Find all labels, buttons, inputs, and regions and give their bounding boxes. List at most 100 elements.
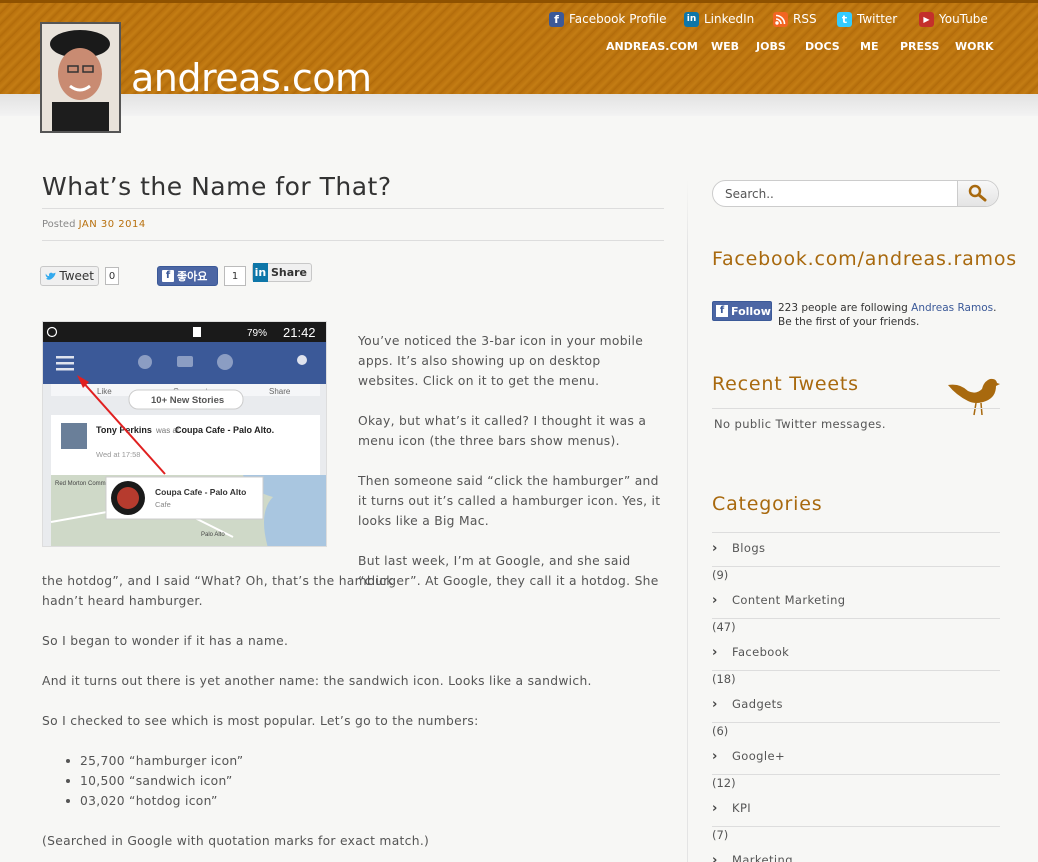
paragraph: And it turns out there is yet another na…	[42, 674, 592, 688]
category-name: KPI	[732, 801, 752, 815]
list-item: 10,500 “sandwich icon”	[65, 771, 243, 791]
phone-time-stamp: Wed at 17:58	[96, 450, 140, 459]
category-count: (9)	[712, 568, 729, 582]
post-title[interactable]: What’s the Name for That?	[42, 172, 392, 201]
category-link[interactable]: › Facebook	[712, 644, 1000, 660]
category-link[interactable]: › Marketing	[712, 852, 1000, 862]
category-count: (47)	[712, 620, 736, 634]
category-divider	[712, 826, 1000, 827]
social-label: LinkedIn	[704, 12, 755, 26]
nav-press[interactable]: PRESS	[900, 40, 939, 53]
category-divider	[712, 774, 1000, 775]
tweet-count: 0	[105, 267, 119, 285]
tweets-heading: Recent Tweets	[712, 373, 859, 395]
search-input[interactable]	[713, 181, 957, 206]
social-label: RSS	[793, 12, 817, 26]
category-link[interactable]: › Blogs	[712, 540, 1000, 556]
paragraph: You’ve noticed the 3-bar icon in your mo…	[358, 334, 644, 388]
category-divider	[712, 566, 1000, 567]
category-name: Google+	[732, 749, 785, 763]
tweets-divider	[712, 408, 1000, 409]
tweet-button[interactable]: Tweet	[40, 266, 99, 286]
linkedin-share-button[interactable]: in Share	[252, 263, 312, 282]
category-count: (6)	[712, 724, 729, 738]
site-title[interactable]: andreas.com	[131, 56, 372, 100]
paragraph: Then someone said “click the hamburger” …	[358, 474, 661, 528]
fb-text-part: 223 people are following	[778, 302, 912, 314]
category-name: Gadgets	[732, 697, 783, 711]
phone-place: Coupa Cafe - Palo Alto.	[175, 425, 274, 435]
category-count: (12)	[712, 776, 736, 790]
post-meta: Posted JAN 30 2014	[42, 219, 146, 230]
facebook-follow-text: 223 people are following Andreas Ramos. …	[778, 301, 1000, 329]
social-rss[interactable]: RSS	[773, 9, 817, 29]
nav-work[interactable]: WORK	[955, 40, 993, 53]
category-name: Marketing	[732, 853, 793, 862]
phone-card-title: Coupa Cafe - Palo Alto	[155, 487, 246, 497]
category-divider	[712, 722, 1000, 723]
nav-me[interactable]: ME	[860, 40, 878, 53]
category-link[interactable]: › Google+	[712, 748, 1000, 764]
category-name: Content Marketing	[732, 593, 846, 607]
phone-map-label: Palo Alto	[201, 532, 225, 538]
chevron-right-icon: ›	[712, 540, 718, 556]
count-list: 25,700 “hamburger icon” 10,500 “sandwich…	[65, 751, 243, 811]
chevron-right-icon: ›	[712, 592, 718, 608]
facebook-icon: f	[162, 270, 174, 282]
facebook-icon: f	[716, 305, 728, 317]
chevron-right-icon: ›	[712, 852, 718, 862]
rss-icon	[773, 11, 788, 27]
category-divider	[712, 670, 1000, 671]
category-content-marketing: › Content Marketing (47)	[712, 592, 1000, 634]
bird-icon	[948, 378, 1000, 416]
social-linkedin[interactable]: in LinkedIn	[684, 9, 754, 29]
fb-profile-link[interactable]: Andreas Ramos	[911, 302, 993, 314]
category-name: Facebook	[732, 645, 790, 659]
phone-new-stories: 10+ New Stories	[151, 395, 224, 406]
social-facebook-profile[interactable]: f Facebook Profile	[549, 9, 667, 29]
search-box	[712, 180, 999, 207]
phone-battery: 79%	[247, 328, 267, 339]
social-youtube[interactable]: ▶ YouTube	[919, 9, 988, 29]
nav-andreas-com[interactable]: ANDREAS.COM	[606, 40, 698, 53]
social-twitter[interactable]: t Twitter	[837, 9, 897, 29]
like-count: 1	[224, 266, 246, 286]
avatar[interactable]	[40, 22, 121, 133]
category-link[interactable]: › KPI	[712, 800, 1000, 816]
category-name: Blogs	[732, 541, 766, 555]
phone-author: Tony Perkins	[96, 425, 152, 435]
category-count: (7)	[712, 828, 729, 842]
title-divider	[42, 208, 664, 209]
paragraph: So I checked to see which is most popula…	[42, 714, 479, 728]
like-label: 좋아요	[177, 270, 208, 283]
social-label: YouTube	[939, 12, 988, 26]
paragraph: Okay, but what’s it called? I thought it…	[358, 414, 647, 448]
search-button[interactable]	[957, 181, 998, 206]
category-gadgets: › Gadgets (6)	[712, 696, 1000, 738]
post-date[interactable]: JAN 30 2014	[79, 219, 146, 230]
category-marketing: › Marketing	[712, 852, 1000, 862]
nav-jobs[interactable]: JOBS	[756, 40, 786, 53]
phone-like: Like	[97, 387, 112, 396]
nav-web[interactable]: WEB	[711, 40, 739, 53]
linkedin-icon: in	[684, 11, 699, 27]
youtube-icon: ▶	[919, 11, 934, 27]
chevron-right-icon: ›	[712, 696, 718, 712]
category-kpi: › KPI (7)	[712, 800, 1000, 842]
list-item: 25,700 “hamburger icon”	[65, 751, 243, 771]
category-link[interactable]: › Content Marketing	[712, 592, 1000, 608]
category-google-plus: › Google+ (12)	[712, 748, 1000, 790]
facebook-heading[interactable]: Facebook.com/andreas.ramos	[712, 248, 1017, 270]
social-label: Twitter	[857, 12, 898, 26]
twitter-icon: t	[837, 11, 852, 27]
facebook-like-button[interactable]: f 좋아요	[157, 266, 218, 286]
list-item: 03,020 “hotdog icon”	[65, 791, 243, 811]
follow-label: Follow	[731, 304, 771, 318]
phone-share: Share	[269, 387, 291, 396]
facebook-icon: f	[549, 11, 564, 27]
category-blogs: › Blogs (9)	[712, 540, 1000, 582]
nav-docs[interactable]: DOCS	[805, 40, 840, 53]
facebook-follow-button[interactable]: f Follow	[712, 301, 772, 321]
category-link[interactable]: › Gadgets	[712, 696, 1000, 712]
category-facebook: › Facebook (18)	[712, 644, 1000, 686]
